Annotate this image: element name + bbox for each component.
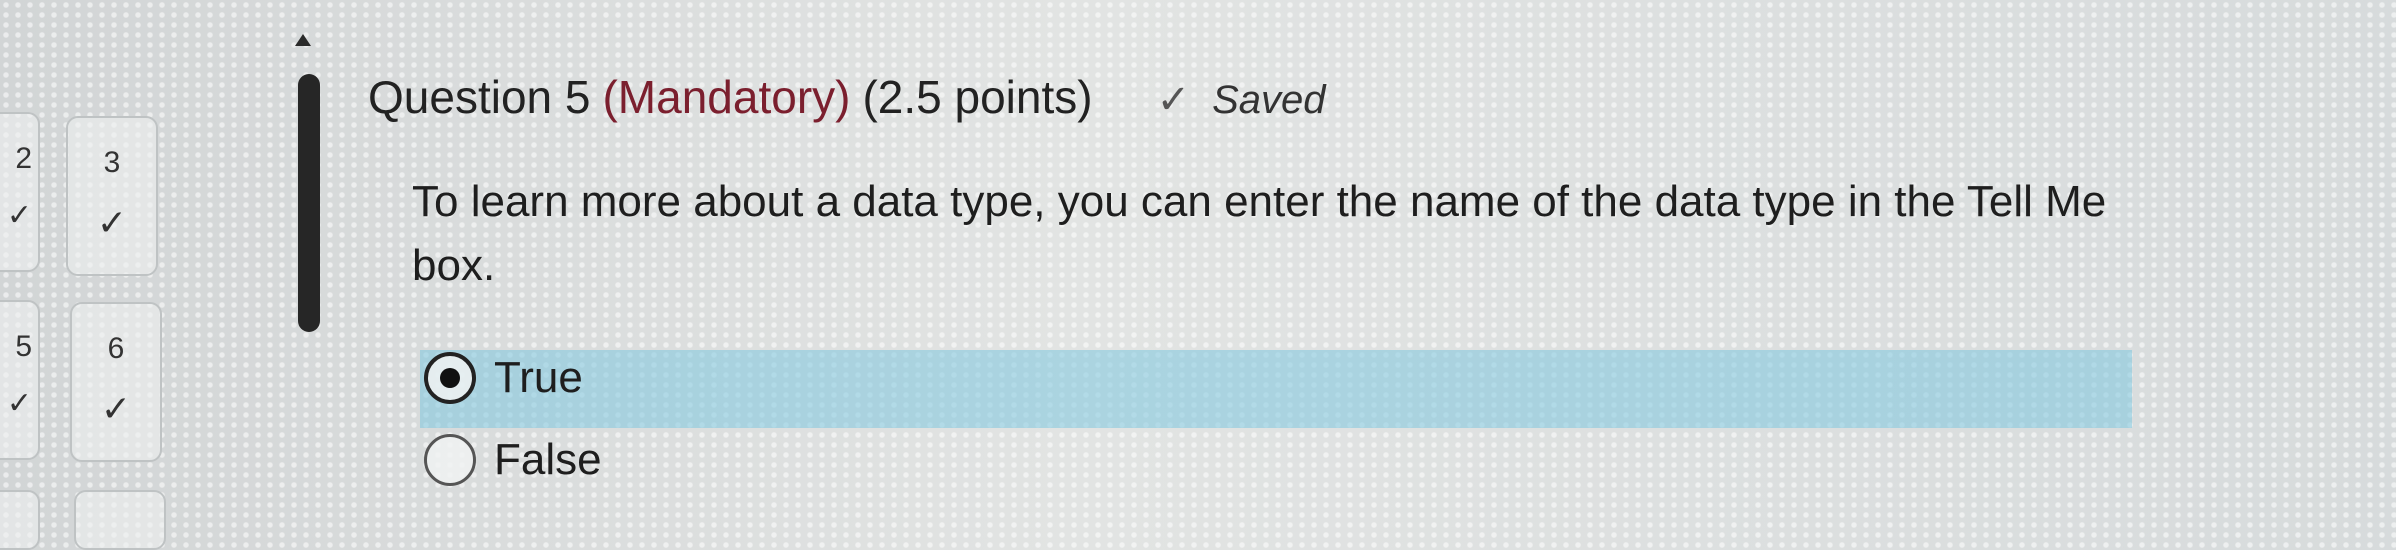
question-nav-tile-2[interactable]: 2 ✓ — [0, 112, 40, 272]
saved-check-icon: ✓ — [1156, 78, 1191, 122]
answer-option-false[interactable]: False — [424, 425, 602, 495]
points-label: (2.5 points) — [862, 71, 1093, 123]
radio-selected-dot-icon — [440, 368, 460, 388]
saved-status: Saved — [1212, 78, 1326, 122]
selected-answer-highlight — [420, 350, 2132, 428]
mandatory-label: (Mandatory) — [602, 71, 851, 123]
check-icon: ✓ — [6, 199, 32, 232]
question-nav-tile[interactable] — [74, 490, 166, 550]
check-icon: ✓ — [96, 202, 128, 243]
question-nav-tile[interactable] — [0, 490, 40, 550]
question-nav-number: 6 — [107, 332, 125, 365]
scrollbar-thumb[interactable] — [298, 74, 320, 332]
radio-button-true[interactable] — [424, 352, 476, 404]
radio-button-false[interactable] — [424, 434, 476, 486]
question-nav-tile-5[interactable]: 5 ✓ — [0, 300, 40, 460]
question-nav-number: 5 — [15, 330, 32, 363]
answer-option-true[interactable]: True — [424, 343, 583, 413]
check-icon: ✓ — [6, 387, 32, 420]
question-nav-tile-6[interactable]: 6 ✓ — [70, 302, 162, 462]
question-nav-tile-3[interactable]: 3 ✓ — [66, 116, 158, 276]
question-header: Question 5 (Mandatory) (2.5 points) ✓ Sa… — [368, 70, 1326, 124]
question-nav-number: 2 — [15, 142, 32, 175]
scroll-up-arrow-icon[interactable] — [295, 34, 311, 46]
answer-label-false: False — [494, 435, 602, 484]
question-text: To learn more about a data type, you can… — [412, 177, 2107, 290]
check-icon: ✓ — [100, 388, 132, 429]
question-nav-number: 3 — [103, 146, 121, 179]
question-title: Question 5 — [368, 71, 591, 123]
answer-label-true: True — [494, 353, 583, 402]
